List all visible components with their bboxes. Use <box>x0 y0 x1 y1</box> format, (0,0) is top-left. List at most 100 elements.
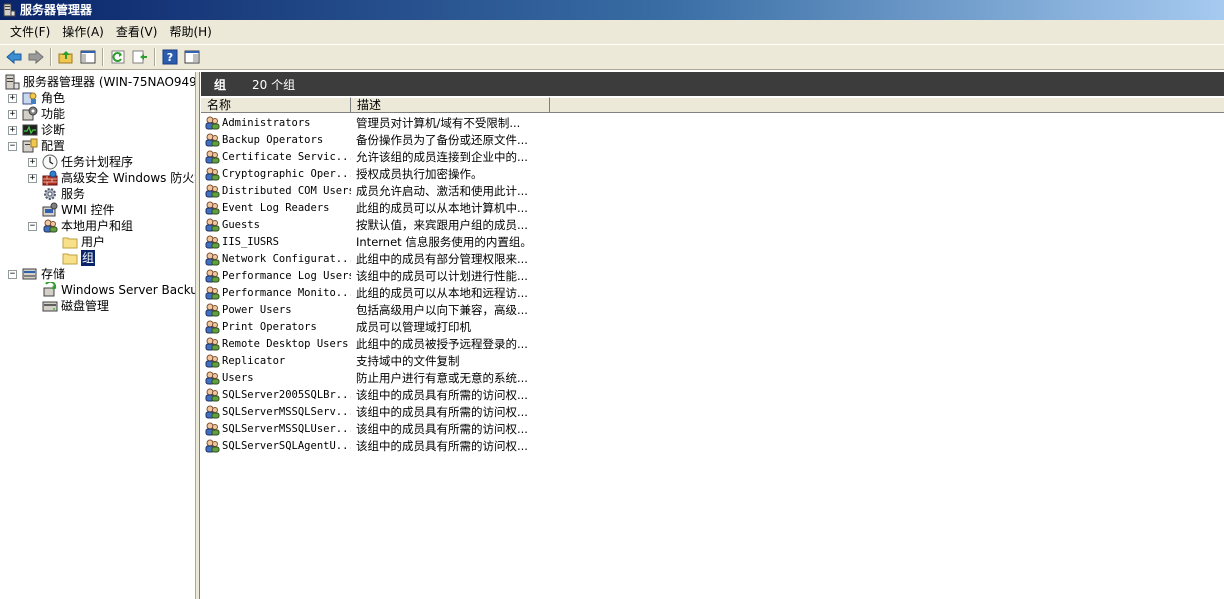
group-icon <box>205 388 220 401</box>
table-row[interactable]: Distributed COM Users 成员允许启动、激活和使用此计... <box>201 182 1224 199</box>
group-name: Backup Operators <box>222 133 324 146</box>
export-list-icon <box>132 50 147 64</box>
tree-node-storage[interactable]: 存储 <box>22 266 65 282</box>
tree-label: 本地用户和组 <box>61 219 134 233</box>
group-name-cell: Performance Log Users <box>201 268 351 284</box>
group-icon <box>205 133 220 146</box>
table-row[interactable]: Network Configurat... 此组中的成员有部分管理权限来... <box>201 250 1224 267</box>
table-row[interactable]: Certificate Servic... 允许该组的成员连接到企业中的... <box>201 148 1224 165</box>
menu-view[interactable]: 查看(V) <box>110 21 164 43</box>
table-row[interactable]: Power Users 包括高级用户以向下兼容，高级... <box>201 301 1224 318</box>
collapse-icon[interactable]: − <box>8 270 17 279</box>
table-row[interactable]: Backup Operators 备份操作员为了备份或还原文件... <box>201 131 1224 148</box>
expand-icon[interactable]: + <box>8 126 17 135</box>
tree-node-users[interactable]: 用户 <box>62 234 105 250</box>
expand-icon[interactable]: + <box>8 94 17 103</box>
tree-node-groups[interactable]: 组 <box>62 250 96 266</box>
tree-node-root[interactable]: 服务器管理器 (WIN-75NAO949GF <box>4 74 195 90</box>
table-row[interactable]: Remote Desktop Users 此组中的成员被授予远程登录的... <box>201 335 1224 352</box>
group-description: 支持域中的文件复制 <box>356 353 460 368</box>
table-row[interactable]: Print Operators 成员可以管理域打印机 <box>201 318 1224 335</box>
forward-button[interactable] <box>26 47 46 67</box>
tree-node-task-scheduler[interactable]: 任务计划程序 <box>42 154 133 170</box>
tree-label: 诊断 <box>41 123 66 137</box>
tree-node-services[interactable]: 服务 <box>42 186 85 202</box>
back-button[interactable] <box>4 47 24 67</box>
table-row[interactable]: Cryptographic Oper... 授权成员执行加密操作。 <box>201 165 1224 182</box>
group-name: SQLServer2005SQLBr... <box>222 388 351 401</box>
group-name-cell: Replicator <box>201 353 351 369</box>
group-name-cell: Certificate Servic... <box>201 149 351 165</box>
group-icon <box>205 337 220 350</box>
group-name: Replicator <box>222 354 286 367</box>
table-row[interactable]: IIS_IUSRS Internet 信息服务使用的内置组。 <box>201 233 1224 250</box>
tree-node-wmi[interactable]: WMI 控件 <box>42 202 115 218</box>
group-icon <box>205 269 220 282</box>
up-one-level-button[interactable] <box>56 47 76 67</box>
help-button[interactable]: ? <box>160 47 180 67</box>
menu-file[interactable]: 文件(F) <box>4 21 56 43</box>
tree-node-firewall[interactable]: 高级安全 Windows 防火墙 <box>42 170 195 186</box>
column-header-description[interactable]: 描述 <box>351 97 550 113</box>
tree-node-features[interactable]: 功能 <box>22 106 65 122</box>
column-header-name[interactable]: 名称 <box>201 97 351 113</box>
export-list-button[interactable] <box>130 47 150 67</box>
backup-icon <box>43 282 57 297</box>
users-group-icon <box>43 219 58 233</box>
table-row[interactable]: Users 防止用户进行有意或无意的系统... <box>201 369 1224 386</box>
tree-node-wsb[interactable]: Windows Server Backup <box>42 282 195 298</box>
group-icon <box>205 320 220 333</box>
group-name: Network Configurat... <box>222 252 351 265</box>
expand-icon[interactable]: + <box>28 174 37 183</box>
properties-button[interactable] <box>182 47 202 67</box>
firewall-icon <box>42 170 58 186</box>
table-row[interactable]: Event Log Readers 此组的成员可以从本地计算机中... <box>201 199 1224 216</box>
console-tree[interactable]: 服务器管理器 (WIN-75NAO949GF + 角色 + 功能 + 诊断 − … <box>0 72 196 599</box>
refresh-button[interactable] <box>108 47 128 67</box>
tree-node-configuration[interactable]: 配置 <box>22 138 65 154</box>
group-description: 此组中的成员被授予远程登录的... <box>356 336 528 351</box>
pane-splitter[interactable] <box>196 72 200 599</box>
expand-icon[interactable]: + <box>8 110 17 119</box>
table-row[interactable]: Performance Monito... 此组的成员可以从本地和远程访... <box>201 284 1224 301</box>
forward-icon <box>28 49 44 65</box>
toolbar-separator <box>154 48 156 66</box>
disk-icon <box>42 301 58 312</box>
group-name-cell: Backup Operators <box>201 132 351 148</box>
group-icon <box>205 371 220 384</box>
tree-node-disk-management[interactable]: 磁盘管理 <box>42 298 109 314</box>
table-row[interactable]: SQLServer2005SQLBr... 该组中的成员具有所需的访问权... <box>201 386 1224 403</box>
group-description: 管理员对计算机/域有不受限制... <box>356 115 521 130</box>
tree-node-roles[interactable]: 角色 <box>22 90 65 106</box>
tree-node-local-users-groups[interactable]: 本地用户和组 <box>42 218 133 234</box>
svg-text:?: ? <box>167 51 173 64</box>
group-name: Administrators <box>222 116 311 129</box>
group-name-cell: SQLServerMSSQLUser... <box>201 421 351 437</box>
menu-action[interactable]: 操作(A) <box>56 21 110 43</box>
column-header-filler <box>550 97 1224 113</box>
content-header: 组 20 个组 <box>201 72 1224 96</box>
table-row[interactable]: Performance Log Users 该组中的成员可以计划进行性能... <box>201 267 1224 284</box>
table-row[interactable]: SQLServerSQLAgentU... 该组中的成员具有所需的访问权... <box>201 437 1224 454</box>
tree-label: 存储 <box>41 267 66 281</box>
table-row[interactable]: Replicator 支持域中的文件复制 <box>201 352 1224 369</box>
show-hide-tree-button[interactable] <box>78 47 98 67</box>
group-description: 该组中的成员具有所需的访问权... <box>356 387 528 402</box>
tree-node-diagnostics[interactable]: 诊断 <box>22 122 65 138</box>
menu-help[interactable]: 帮助(H) <box>163 21 217 43</box>
table-row[interactable]: Administrators 管理员对计算机/域有不受限制... <box>201 114 1224 131</box>
group-name: Print Operators <box>222 320 317 333</box>
collapse-icon[interactable]: − <box>8 142 17 151</box>
table-row[interactable]: SQLServerMSSQLUser... 该组中的成员具有所需的访问权... <box>201 420 1224 437</box>
group-icon <box>205 218 220 231</box>
table-row[interactable]: SQLServerMSSQLServ... 该组中的成员具有所需的访问权... <box>201 403 1224 420</box>
group-name: SQLServerSQLAgentU... <box>222 439 351 452</box>
group-icon <box>205 150 220 163</box>
group-name-cell: Administrators <box>201 115 351 131</box>
table-row[interactable]: Guests 按默认值，来宾跟用户组的成员... <box>201 216 1224 233</box>
collapse-icon[interactable]: − <box>28 222 37 231</box>
refresh-icon <box>111 50 125 64</box>
expand-icon[interactable]: + <box>28 158 37 167</box>
server-manager-icon <box>5 74 20 90</box>
up-folder-icon <box>58 51 73 64</box>
